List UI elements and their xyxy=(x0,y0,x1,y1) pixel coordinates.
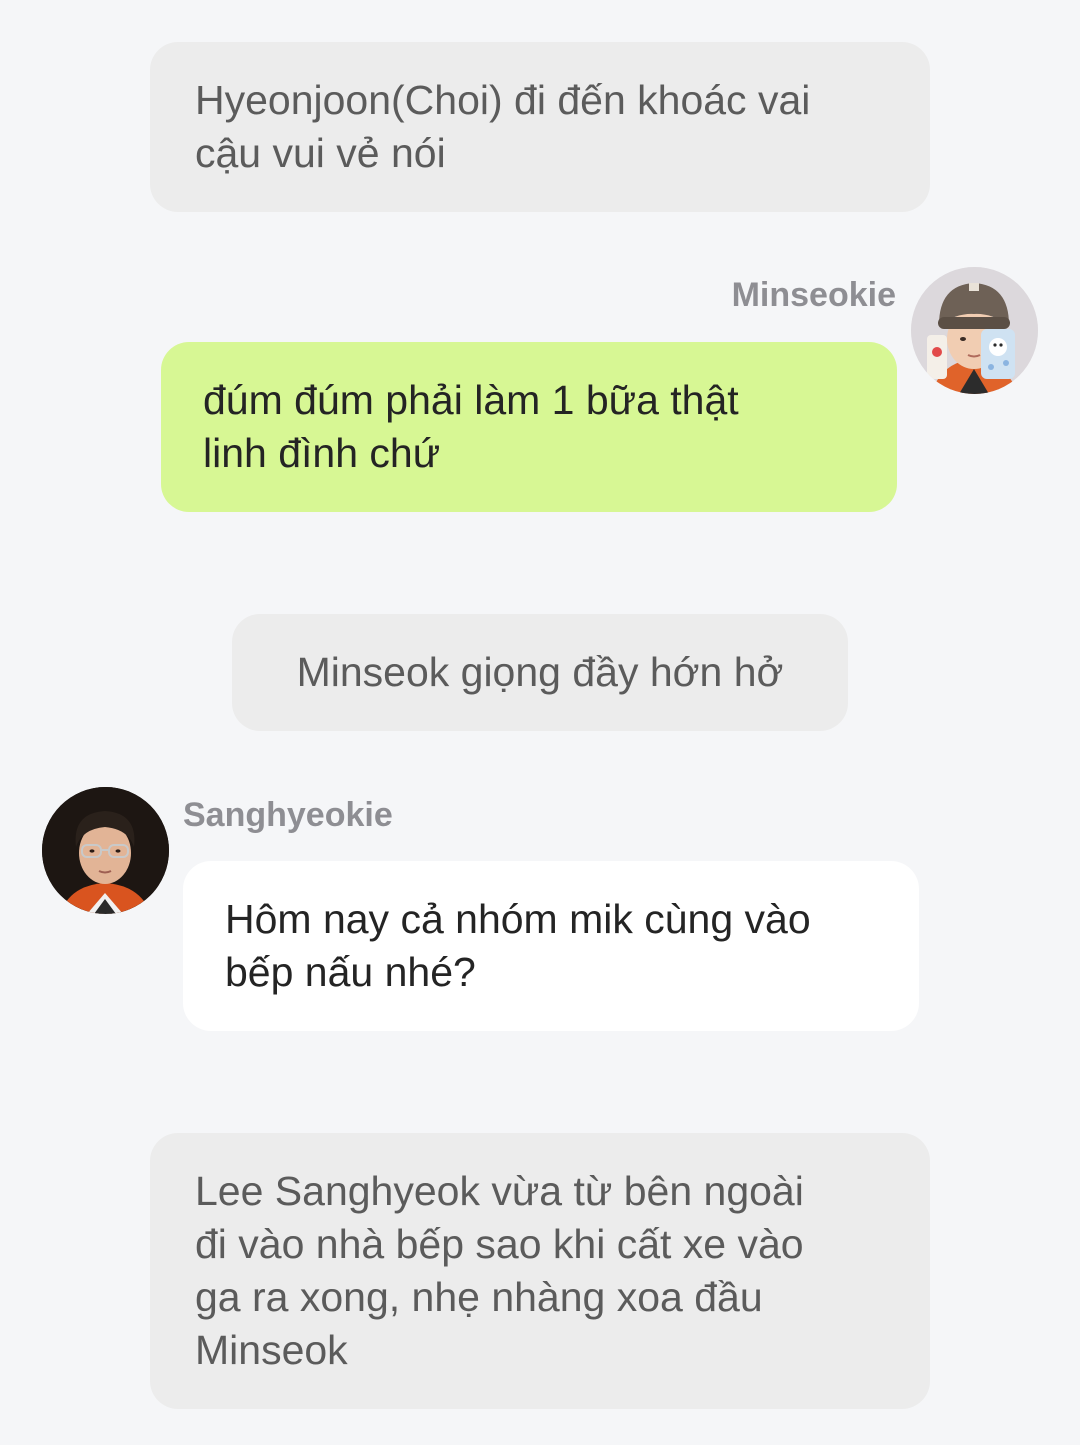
incoming-message-bubble[interactable]: Hôm nay cả nhóm mik cùng vào bếp nấu nhé… xyxy=(183,861,919,1031)
boy-beanie-avatar-icon[interactable] xyxy=(911,267,1038,394)
narration-text: Lee Sanghyeok vừa từ bên ngoài đi vào nh… xyxy=(195,1168,804,1373)
man-glasses-avatar-icon[interactable] xyxy=(42,787,169,914)
narration-bubble: Hyeonjoon(Choi) đi đến khoác vai cậu vui… xyxy=(150,42,930,212)
chat-story-view: Hyeonjoon(Choi) đi đến khoác vai cậu vui… xyxy=(0,0,1080,1445)
message-text: đúm đúm phải làm 1 bữa thật linh đình ch… xyxy=(203,377,739,476)
sender-name: Minseokie xyxy=(731,276,896,314)
narration-text: Minseok giọng đầy hớn hở xyxy=(296,649,784,695)
narration-text: Hyeonjoon(Choi) đi đến khoác vai cậu vui… xyxy=(195,77,811,176)
sender-name: Sanghyeokie xyxy=(183,796,393,834)
narration-bubble: Minseok giọng đầy hớn hở xyxy=(232,614,848,731)
outgoing-message-bubble[interactable]: đúm đúm phải làm 1 bữa thật linh đình ch… xyxy=(161,342,897,512)
message-text: Hôm nay cả nhóm mik cùng vào bếp nấu nhé… xyxy=(225,896,811,995)
narration-bubble: Lee Sanghyeok vừa từ bên ngoài đi vào nh… xyxy=(150,1133,930,1409)
